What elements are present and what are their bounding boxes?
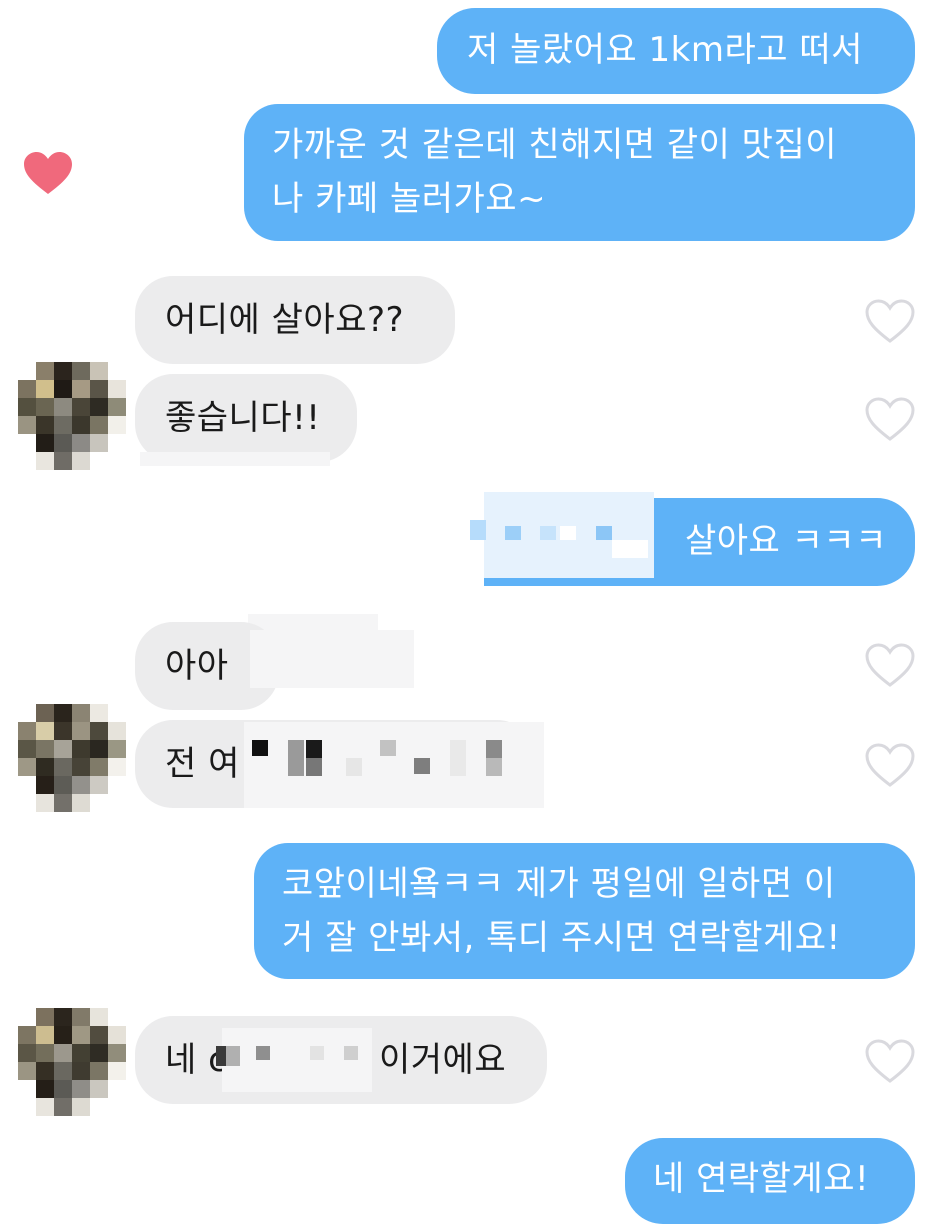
- message-text: 어디에 살아요??: [165, 300, 405, 340]
- pixelated-text: [505, 526, 521, 540]
- message-text-line: 코앞이네욬ㅋㅋ 제가 평일에 일하면 이: [282, 864, 836, 904]
- message-text: 아아: [165, 646, 229, 686]
- pixelated-text: [380, 740, 396, 756]
- redaction-mask: [250, 630, 414, 688]
- message-text: 이거에요: [379, 1040, 507, 1080]
- pixelated-text: [560, 526, 576, 540]
- avatar[interactable]: [18, 362, 126, 470]
- message-bubble-outgoing[interactable]: 네 연락할게요!: [625, 1138, 915, 1224]
- message-text: 전 여: [165, 744, 240, 784]
- pixelated-text: [414, 758, 430, 774]
- redaction-mask: [140, 452, 330, 466]
- message-text-line: 나 카페 놀러가요~: [272, 179, 547, 219]
- heart-outline-icon[interactable]: [864, 1038, 916, 1084]
- redaction-mask: [222, 1028, 372, 1092]
- pixelated-text: [596, 526, 612, 540]
- message-bubble-outgoing[interactable]: 저 놀랐어요 1km라고 떠서: [437, 8, 915, 94]
- message-text: 저 놀랐어요 1km라고 떠서: [467, 30, 863, 70]
- pixelated-text: [226, 1046, 240, 1066]
- pixelated-text: [288, 740, 304, 776]
- pixelated-text: [450, 740, 466, 776]
- message-text-line: 거 잘 안봐서, 톡디 주시면 연락할게요!: [282, 918, 841, 958]
- heart-outline-icon[interactable]: [864, 742, 916, 788]
- message-bubble-incoming[interactable]: 좋습니다!!: [135, 374, 357, 462]
- pixelated-text: [306, 740, 322, 758]
- message-text: 네 연락할게요!: [653, 1159, 870, 1199]
- pixelated-text: [256, 1046, 270, 1060]
- pixelated-text: [612, 540, 648, 558]
- pixelated-text: [540, 526, 556, 540]
- pixelated-text: [306, 758, 322, 776]
- pixelated-text: [344, 1046, 358, 1060]
- message-text: 좋습니다!!: [165, 398, 321, 438]
- message-bubble-outgoing[interactable]: 코앞이네욬ㅋㅋ 제가 평일에 일하면 이 거 잘 안봐서, 톡디 주시면 연락할…: [254, 843, 915, 979]
- heart-outline-icon[interactable]: [864, 298, 916, 344]
- message-text-line: 가까운 것 같은데 친해지면 같이 맛집이: [272, 125, 838, 165]
- message-bubble-outgoing[interactable]: 가까운 것 같은데 친해지면 같이 맛집이 나 카페 놀러가요~: [244, 104, 915, 241]
- avatar[interactable]: [18, 704, 126, 812]
- heart-filled-icon[interactable]: [22, 150, 74, 196]
- heart-outline-icon[interactable]: [864, 642, 916, 688]
- pixelated-text: [486, 740, 502, 758]
- heart-outline-icon[interactable]: [864, 396, 916, 442]
- pixelated-text: [486, 758, 502, 776]
- message-bubble-incoming[interactable]: 어디에 살아요??: [135, 276, 455, 364]
- pixelated-text: [216, 1046, 226, 1066]
- pixelated-text: [252, 740, 268, 756]
- avatar[interactable]: [18, 1008, 126, 1116]
- pixelated-text: [310, 1046, 324, 1060]
- message-text: 살아요 ㅋㅋㅋ: [685, 521, 887, 561]
- pixelated-text: [470, 520, 486, 540]
- pixelated-text: [346, 758, 362, 776]
